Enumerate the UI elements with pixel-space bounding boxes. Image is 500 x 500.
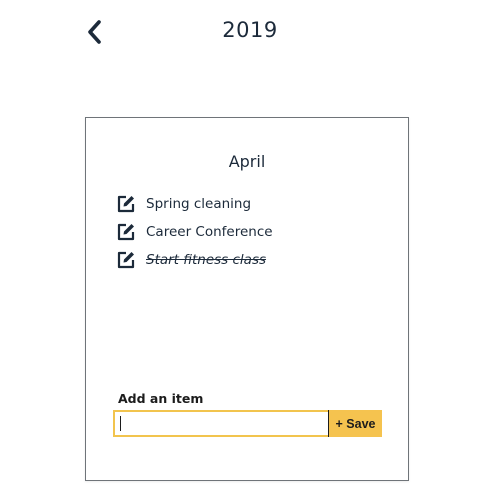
add-item-label: Add an item (118, 391, 204, 406)
page: 2019 April Spring cleaning Career Confer… (0, 0, 500, 500)
item-label-completed: Start fitness class (146, 252, 267, 268)
page-title: 2019 (222, 18, 278, 42)
item-label: Career Conference (146, 224, 273, 240)
month-title: April (228, 152, 266, 171)
edit-icon[interactable] (116, 250, 136, 270)
item-label: Spring cleaning (146, 196, 252, 212)
text-caret (120, 416, 121, 431)
list-item: Spring cleaning (116, 190, 273, 218)
month-card: April Spring cleaning Career Conference … (85, 117, 409, 481)
item-list: Spring cleaning Career Conference Start … (116, 190, 273, 274)
list-item: Career Conference (116, 218, 273, 246)
add-item-input[interactable] (113, 410, 328, 437)
save-button[interactable]: + Save (328, 410, 382, 437)
list-item: Start fitness class (116, 246, 273, 274)
edit-icon[interactable] (116, 194, 136, 214)
add-item-form: + Save (113, 410, 382, 437)
edit-icon[interactable] (116, 222, 136, 242)
